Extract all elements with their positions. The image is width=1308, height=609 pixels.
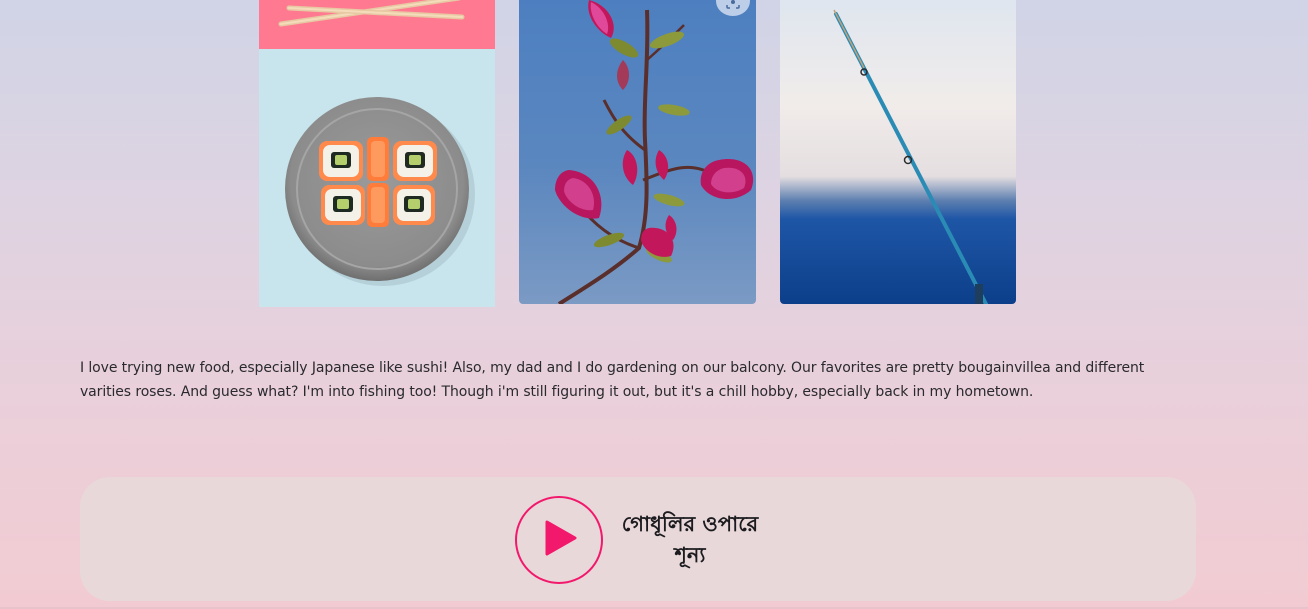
music-player-card: গোধূলির ওপারে শূন্য [80, 477, 1196, 601]
song-title: গোধূলির ওপারে শূন্য [610, 509, 770, 571]
visual-search-icon [725, 0, 741, 14]
play-icon [539, 518, 579, 562]
about-line-2: varities roses. And guess what? I'm into… [80, 384, 1034, 400]
sushi-photo[interactable] [259, 49, 495, 307]
play-button[interactable] [515, 496, 603, 584]
photo-gallery [0, 0, 1308, 310]
about-line-1: I love trying new food, especially Japan… [80, 360, 1145, 376]
bougainvillea-photo[interactable] [519, 0, 756, 304]
song-title-line-2: শূন্য [674, 543, 706, 567]
fishing-photo[interactable] [780, 0, 1016, 304]
about-paragraph: I love trying new food, especially Japan… [80, 356, 1200, 404]
song-title-line-1: গোধূলির ওপারে [621, 512, 759, 536]
chopsticks-photo[interactable] [259, 0, 495, 49]
